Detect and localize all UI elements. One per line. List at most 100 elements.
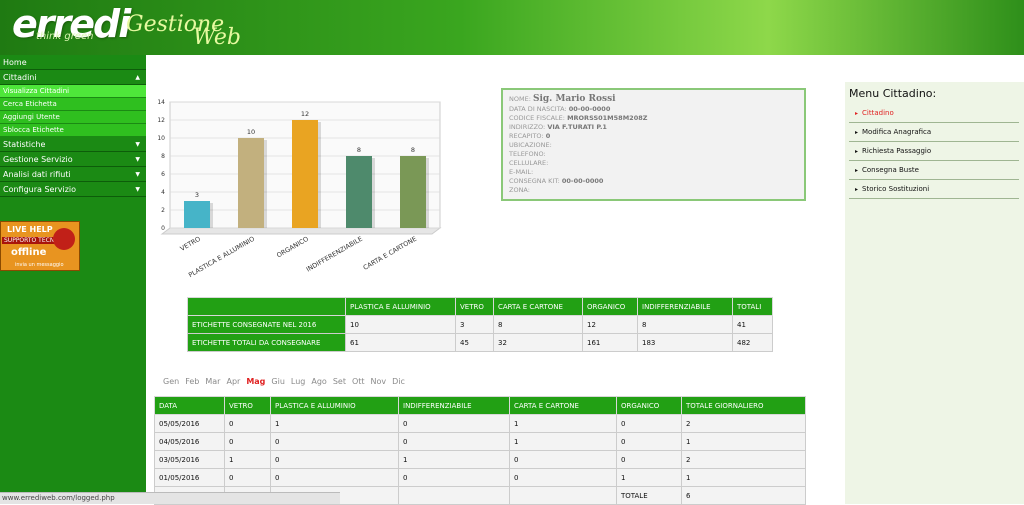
month-lug[interactable]: Lug [291, 377, 305, 386]
chevron-down-icon: ▼ [135, 171, 140, 178]
citizen-name-row: NOME: Sig. Mario Rossi [509, 94, 616, 104]
logo-title-web: Web [193, 25, 241, 50]
citizen-recapito-row: RECAPITO: 0 [509, 132, 551, 140]
logo-tagline: think green [36, 31, 94, 42]
triangle-right-icon: ▸ [855, 129, 859, 136]
y-tick-label: 10 [157, 135, 165, 142]
menu-item-modifica-anagrafica[interactable]: ▸ Modifica Anagrafica [849, 123, 1019, 142]
citizen-birth-row: DATA DI NASCITA: 00-00-0000 [509, 105, 611, 113]
totals-header-row: PLASTICA E ALLUMINIO VETRO CARTA E CARTO… [187, 297, 773, 316]
y-tick-label: 14 [157, 99, 165, 106]
bar-plastica-e-alluminio [238, 138, 264, 228]
month-ott[interactable]: Ott [352, 377, 365, 386]
support-agent-icon [53, 228, 75, 250]
daily-total-label: TOTALE [616, 486, 682, 505]
citizen-email-row: E-MAIL: [509, 168, 534, 176]
citizen-kit-row: CONSEGNA KIT: 00-00-0000 [509, 177, 604, 185]
chevron-down-icon: ▼ [135, 156, 140, 163]
sidebar-item-cittadini[interactable]: Cittadini ▲ [0, 70, 146, 85]
triangle-right-icon: ▸ [855, 110, 859, 117]
sidebar-item-aggiungi-utente[interactable]: Aggiungi Utente [0, 111, 146, 124]
live-help-button[interactable]: LIVE HELP SUPPORTO TECNICO offline invia… [0, 221, 80, 271]
sidebar: Home Cittadini ▲ Visualizza Cittadini Cer… [0, 55, 146, 495]
month-feb[interactable]: Feb [185, 377, 199, 386]
sidebar-item-visualizza-cittadini[interactable]: Visualizza Cittadini [0, 85, 146, 98]
bar-shadow [372, 158, 375, 228]
menu-item-richiesta-passaggio[interactable]: ▸ Richiesta Passaggio [849, 142, 1019, 161]
x-category-label: VETRO [179, 235, 202, 253]
status-bar-url: www.errediweb.com/logged.php [0, 492, 340, 504]
table-row: 03/05/2016 1 0 1 0 0 2 [154, 450, 806, 469]
sidebar-item-cerca-etichetta[interactable]: Cerca Etichetta [0, 98, 146, 111]
citizen-telefono-row: TELEFONO: [509, 150, 546, 158]
bar-shadow [426, 158, 429, 228]
sidebar-item-configura-servizio[interactable]: Configura Servizio ▼ [0, 182, 146, 197]
table-row: 04/05/2016 0 0 0 1 0 1 [154, 432, 806, 451]
chevron-up-icon: ▲ [135, 74, 140, 81]
citizen-menu-title: Menu Cittadino: [849, 87, 937, 100]
menu-item-storico-sostituzioni[interactable]: ▸ Storico Sostituzioni [849, 180, 1019, 199]
sidebar-item-analisi-dati-rifiuti[interactable]: Analisi dati rifiuti ▼ [0, 167, 146, 182]
menu-item-cittadino[interactable]: ▸ Cittadino [849, 104, 1019, 123]
bar-carta-e-cartone [400, 156, 426, 228]
sidebar-item-home[interactable]: Home [0, 55, 146, 70]
triangle-right-icon: ▸ [855, 186, 859, 193]
live-help-status: offline [11, 247, 47, 258]
y-tick-label: 8 [161, 153, 165, 160]
bar-indifferenziabile [346, 156, 372, 228]
sidebar-item-sblocca-etichette[interactable]: Sblocca Etichette [0, 124, 146, 137]
table-row: ETICHETTE CONSEGNATE NEL 2016 10 3 8 12 8 41 [187, 315, 773, 334]
bar-data-label: 10 [247, 128, 255, 136]
y-tick-label: 6 [161, 171, 165, 178]
citizen-cf-row: CODICE FISCALE: MRORSS01M58M208Z [509, 114, 648, 122]
menu-item-consegna-buste[interactable]: ▸ Consegna Buste [849, 161, 1019, 180]
bar-shadow [318, 122, 321, 228]
daily-total-value: 6 [681, 486, 806, 505]
citizen-address-row: INDIRIZZO: VIA F.TURATI P.1 [509, 123, 607, 131]
live-help-message-link[interactable]: invia un messaggio [15, 262, 64, 268]
table-row: 05/05/2016 0 1 0 1 0 2 [154, 414, 806, 433]
month-set[interactable]: Set [333, 377, 346, 386]
citizen-menu-panel: Menu Cittadino: ▸ Cittadino ▸ Modifica Ana… [845, 82, 1024, 504]
triangle-right-icon: ▸ [855, 148, 859, 155]
bar-shadow [264, 140, 267, 228]
month-nov[interactable]: Nov [371, 377, 387, 386]
chevron-down-icon: ▼ [135, 186, 140, 193]
month-giu[interactable]: Giu [271, 377, 285, 386]
citizen-card: NOME: Sig. Mario Rossi DATA DI NASCITA: … [501, 88, 806, 201]
y-tick-label: 2 [161, 207, 165, 214]
bar-data-label: 12 [301, 110, 309, 118]
live-help-title: LIVE HELP [7, 225, 53, 234]
y-tick-label: 0 [161, 225, 165, 232]
citizen-zona-row: ZONA: [509, 186, 530, 194]
x-category-label: ORGANICO [275, 235, 310, 260]
header-banner: erredi think green Gestione Web [0, 0, 1024, 55]
month-dic[interactable]: Dic [392, 377, 405, 386]
sidebar-item-statistiche[interactable]: Statistiche ▼ [0, 137, 146, 152]
month-apr[interactable]: Apr [226, 377, 240, 386]
citizen-ubicazione-row: UBICAZIONE: [509, 141, 552, 149]
table-row: 01/05/2016 0 0 0 0 1 1 [154, 468, 806, 487]
citizen-cellulare-row: CELLULARE: [509, 159, 549, 167]
table-row: ETICHETTE TOTALI DA CONSEGNARE 61 45 32 161 1… [187, 333, 773, 352]
bar-data-label: 3 [195, 191, 199, 199]
sidebar-item-gestione-servizio[interactable]: Gestione Servizio ▼ [0, 152, 146, 167]
citizen-name: Sig. Mario Rossi [532, 94, 616, 104]
month-gen[interactable]: Gen [163, 377, 179, 386]
daily-table: DATA VETRO PLASTICA E ALLUMINIO INDIFFER… [154, 396, 806, 505]
bar-data-label: 8 [357, 146, 361, 154]
bar-organico [292, 120, 318, 228]
month-mag[interactable]: Mag [246, 377, 265, 386]
bar-chart: 024681012143VETRO10PLASTICA E ALLUMINIO1… [157, 99, 442, 279]
bar-data-label: 8 [411, 146, 415, 154]
month-selector: Gen Feb Mar Apr Mag Giu Lug Ago Set Ott Nov Dic [163, 377, 411, 386]
x-category-label: CARTA E CARTONE [362, 235, 418, 272]
bar-vetro [184, 201, 210, 228]
chart-floor [160, 227, 442, 235]
month-mar[interactable]: Mar [205, 377, 220, 386]
month-ago[interactable]: Ago [311, 377, 326, 386]
totals-table: PLASTICA E ALLUMINIO VETRO CARTA E CARTO… [187, 297, 773, 352]
y-tick-label: 12 [157, 117, 165, 124]
bar-shadow [210, 203, 213, 228]
chevron-down-icon: ▼ [135, 141, 140, 148]
